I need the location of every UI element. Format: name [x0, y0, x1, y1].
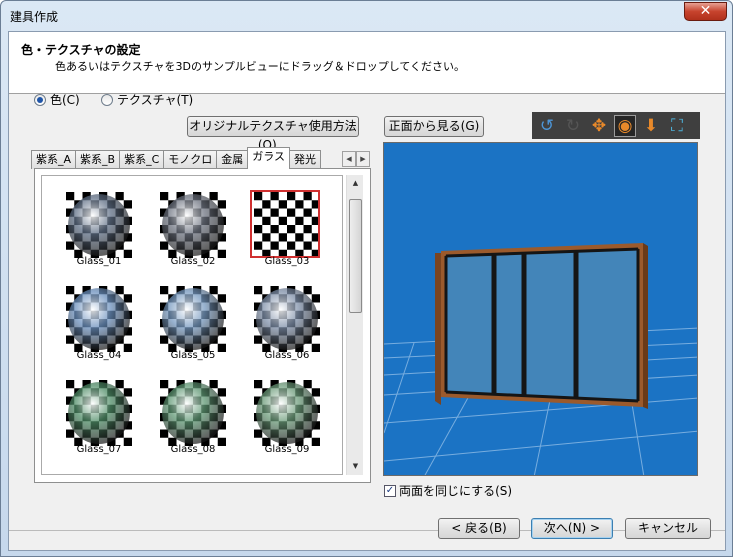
dialog-window: 建具作成 ✕ 色・テクスチャの設定 色あるいはテクスチャを3Dのサンプルビューに…	[0, 0, 733, 557]
swatch-scrollbar[interactable]: ▲ ▼	[346, 175, 363, 475]
radio-texture-label: テクスチャ(T)	[117, 93, 194, 107]
3d-preview[interactable]	[383, 142, 698, 476]
glass-swatch-image	[254, 286, 320, 352]
tab-purple-c[interactable]: 紫系_C	[119, 150, 165, 169]
rotate-right-icon[interactable]: ↻	[562, 115, 584, 137]
scroll-down-icon[interactable]: ▼	[347, 458, 364, 475]
tab-purple-b[interactable]: 紫系_B	[75, 150, 121, 169]
swatch-label: Glass_08	[170, 444, 216, 455]
orbit-icon[interactable]: ◉	[614, 114, 636, 137]
glass-swatch-image	[160, 380, 226, 446]
radio-texture-indicator[interactable]	[101, 93, 113, 106]
tab-monochrome[interactable]: モノクロ	[163, 150, 218, 169]
rotate-left-icon[interactable]: ↺	[536, 115, 558, 137]
preview-scene	[384, 143, 697, 475]
close-button[interactable]: ✕	[684, 2, 727, 21]
radio-texture[interactable]: テクスチャ(T)	[101, 91, 193, 108]
tab-purple-a[interactable]: 紫系_A	[31, 150, 77, 169]
footer-divider	[9, 530, 725, 531]
double-sided-checkbox[interactable]: ✓	[384, 484, 396, 497]
swatch-panel: Glass_01 Glass_02 Glass_03 Glass_04 Glas…	[34, 168, 371, 483]
swatch-label: Glass_09	[264, 444, 310, 455]
tab-emissive[interactable]: 発光	[289, 150, 322, 169]
scroll-thumb[interactable]	[349, 199, 362, 313]
down-arrow-icon[interactable]: ⬇	[640, 115, 662, 137]
back-button[interactable]: < 戻る(B)	[438, 518, 520, 539]
radio-color-label: 色(C)	[50, 93, 80, 107]
page-subtitle: 色あるいはテクスチャを3Dのサンプルビューにドラッグ＆ドロップしてください。	[55, 60, 466, 73]
original-texture-button[interactable]: オリジナルテクスチャ使用方法(Q)...	[187, 116, 359, 152]
window-title: 建具作成	[10, 10, 59, 24]
swatch-label: Glass_06	[264, 350, 310, 361]
double-sided-option[interactable]: ✓ 両面を同じにする(S)	[384, 482, 512, 499]
glass-swatch-image	[66, 192, 132, 258]
glass-swatch-image	[66, 286, 132, 352]
swatch-grid: Glass_01 Glass_02 Glass_03 Glass_04 Glas…	[41, 175, 343, 475]
tab-metal[interactable]: 金属	[216, 150, 249, 169]
double-sided-label: 両面を同じにする(S)	[399, 484, 513, 498]
door-model	[435, 243, 648, 409]
swatch-label: Glass_07	[76, 444, 122, 455]
swatch-label: Glass_03	[264, 256, 310, 267]
scroll-up-icon[interactable]: ▲	[347, 175, 364, 192]
next-button[interactable]: 次へ(N) >	[531, 518, 613, 539]
selection-frame	[250, 190, 320, 258]
tab-scroll-left-icon[interactable]: ◀	[342, 151, 356, 167]
tab-glass[interactable]: ガラス	[247, 147, 291, 169]
front-view-button[interactable]: 正面から見る(G)	[384, 116, 484, 137]
swatch-label: Glass_02	[170, 256, 216, 267]
move-icon[interactable]: ✥	[588, 115, 610, 137]
category-tabs: 紫系_A 紫系_B 紫系_C モノクロ 金属 ガラス 発光	[31, 147, 322, 169]
view-toolbar: ↺ ↻ ✥ ◉ ⬇ ⛶	[532, 112, 700, 139]
swatch-label: Glass_05	[170, 350, 216, 361]
cancel-button[interactable]: キャンセル	[625, 518, 711, 539]
radio-color[interactable]: 色(C)	[34, 91, 80, 108]
radio-color-indicator[interactable]	[34, 93, 46, 106]
glass-swatch-image	[254, 380, 320, 446]
tab-scroll-right-icon[interactable]: ▶	[356, 151, 370, 167]
wizard-header: 色・テクスチャの設定 色あるいはテクスチャを3Dのサンプルビューにドラッグ＆ドロ…	[9, 32, 725, 94]
fit-view-icon[interactable]: ⛶	[666, 115, 688, 137]
swatch-label: Glass_04	[76, 350, 122, 361]
glass-swatch-image	[160, 286, 226, 352]
title-bar[interactable]: 建具作成 ✕	[1, 1, 732, 31]
page-title: 色・テクスチャの設定	[21, 43, 141, 57]
glass-swatch-image	[160, 192, 226, 258]
glass-swatch-image	[66, 380, 132, 446]
swatch-label: Glass_01	[76, 256, 122, 267]
